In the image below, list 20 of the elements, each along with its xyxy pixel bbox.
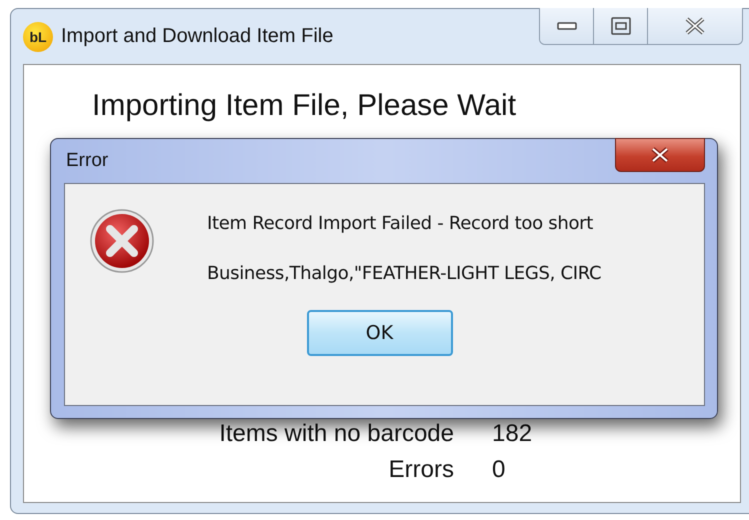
ok-button[interactable]: OK [306, 310, 452, 356]
stat-label: Errors [388, 456, 454, 484]
stat-value: 182 [492, 420, 532, 448]
error-message: Item Record Import Failed - Record too short [207, 213, 594, 234]
close-icon [649, 147, 671, 163]
error-icon [89, 208, 155, 274]
stat-label: Items with no barcode [218, 420, 454, 448]
minimize-icon [556, 21, 576, 31]
progress-heading: Importing Item File, Please Wait [91, 88, 518, 123]
restore-icon [610, 17, 630, 35]
close-button[interactable] [648, 8, 742, 44]
app-logo: bL [23, 22, 53, 52]
dialog-title: Error [66, 150, 108, 172]
minimize-button[interactable] [540, 8, 594, 44]
close-button[interactable] [615, 138, 705, 172]
close-icon [684, 17, 706, 35]
error-detail: Business,Thalgo,"FEATHER-LIGHT LEGS, CIRC [207, 263, 602, 284]
maximize-button[interactable] [594, 8, 648, 44]
window-title: Import and Download Item File [61, 25, 334, 48]
stat-value: 0 [492, 456, 506, 484]
